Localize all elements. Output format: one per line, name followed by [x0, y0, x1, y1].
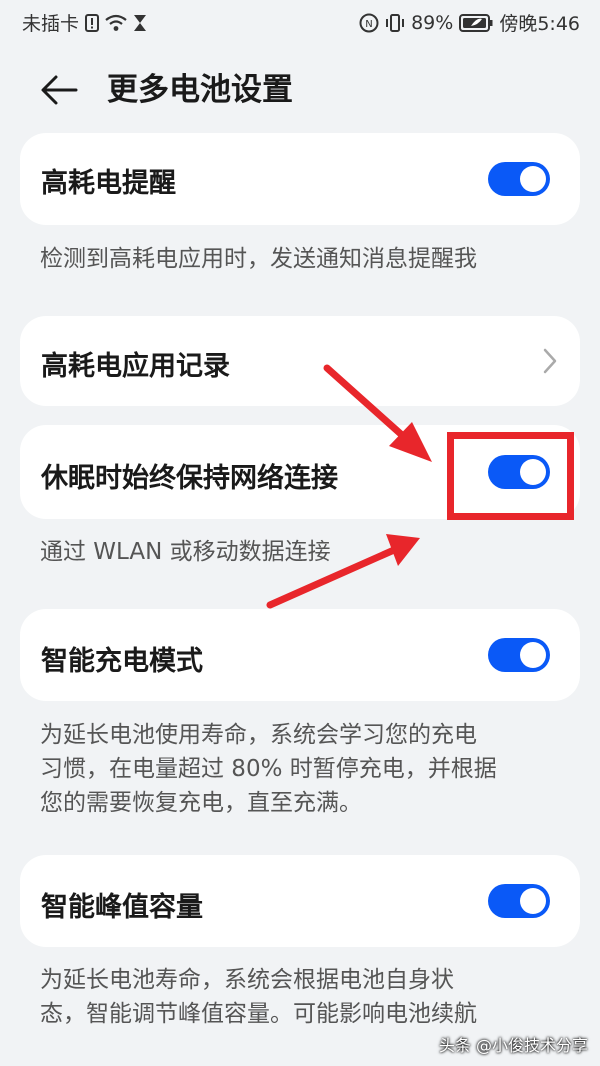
- arrow-up-right: [266, 534, 420, 609]
- watermark: 头条 @小俊技术分享: [438, 1036, 588, 1055]
- arrow-down-right: [323, 364, 432, 462]
- annotation-arrows: [266, 364, 432, 609]
